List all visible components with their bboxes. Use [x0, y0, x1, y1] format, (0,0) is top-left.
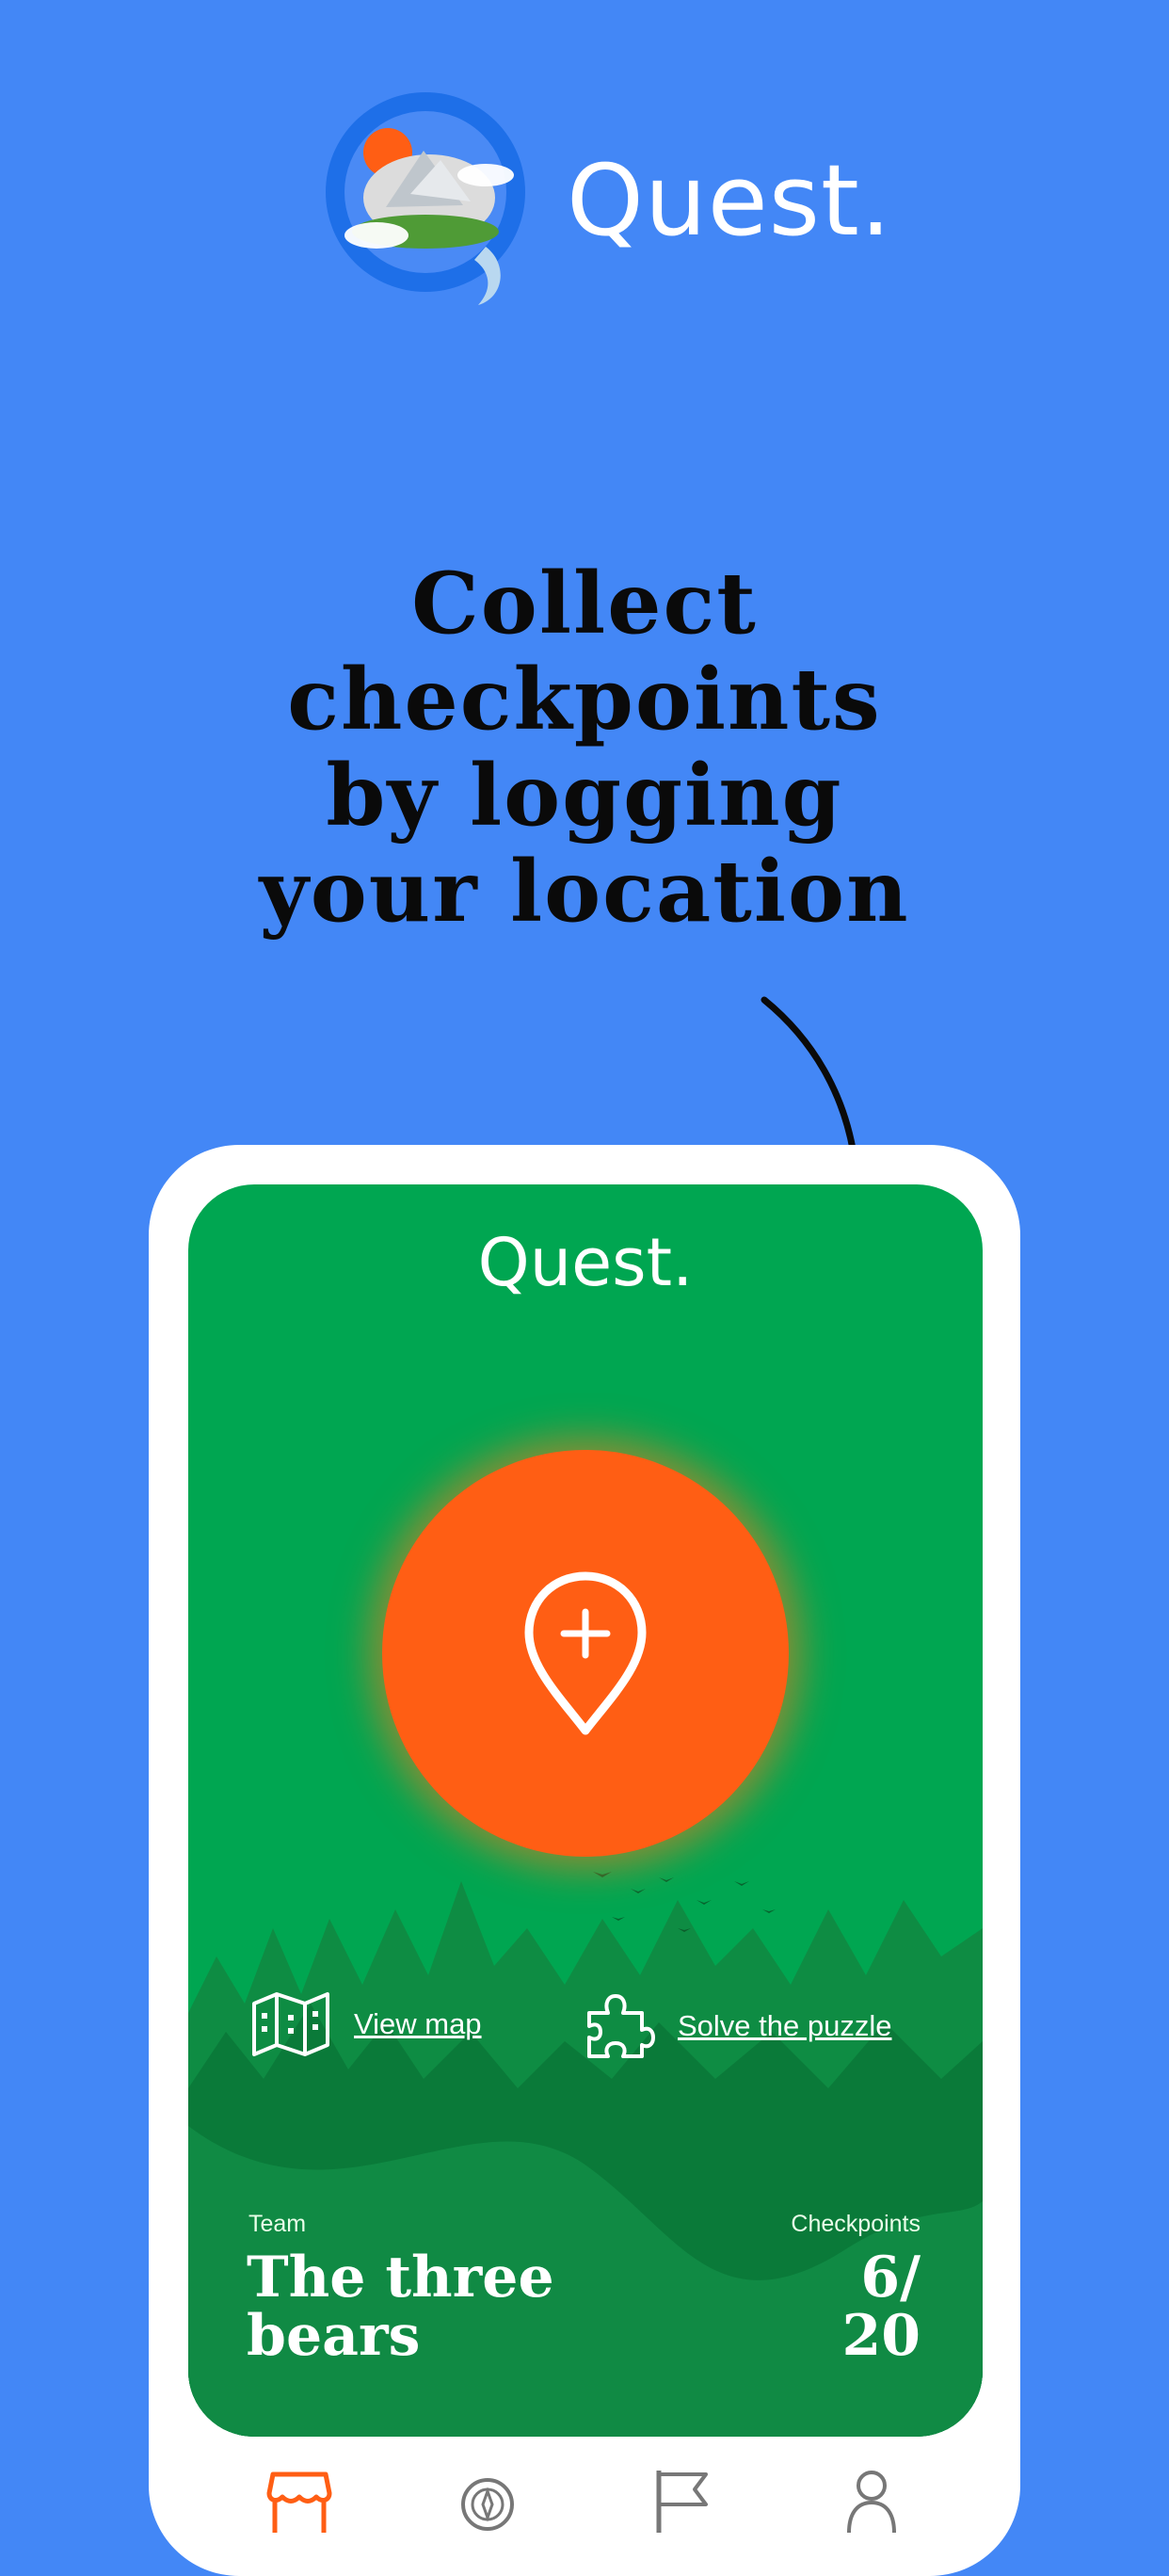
brand-header: Quest.	[320, 85, 891, 330]
headline-line: checkpoints	[287, 650, 882, 749]
checkpoints-count-line: 20	[841, 2303, 921, 2369]
log-location-button[interactable]	[382, 1450, 789, 1857]
view-map-label: View map	[354, 2007, 482, 2040]
compass-icon	[461, 2478, 514, 2531]
puzzle-icon	[587, 1994, 655, 2058]
flag-icon	[656, 2471, 708, 2533]
headline-line: Collect	[411, 554, 758, 653]
team-name-line: The three	[247, 2245, 554, 2310]
headline-line: by logging	[326, 746, 843, 845]
view-map-link[interactable]: View map	[250, 1990, 482, 2058]
team-name-line: bears	[247, 2303, 421, 2369]
nav-profile[interactable]	[838, 2465, 905, 2534]
team-label: Team	[248, 2211, 307, 2237]
checkpoints-count-line: 6/	[860, 2245, 921, 2310]
store-icon	[266, 2471, 332, 2533]
team-name: The three bears	[247, 2248, 680, 2365]
map-icon	[252, 1992, 329, 2056]
solve-puzzle-label: Solve the puzzle	[678, 2009, 892, 2042]
bottom-nav	[188, 2448, 983, 2534]
checkpoints-count: 6/ 20	[732, 2248, 921, 2365]
globe-island-logo-icon	[326, 92, 525, 305]
nav-shop[interactable]	[265, 2465, 333, 2533]
profile-icon	[847, 2471, 896, 2534]
nav-explore[interactable]	[454, 2465, 521, 2533]
nav-challenges[interactable]	[649, 2465, 717, 2533]
app-screen: Quest. View map Solve the puzzle Team Th…	[188, 1184, 983, 2437]
headline: Collect checkpoints by logging your loca…	[75, 555, 1094, 940]
brand-name: Quest.	[567, 143, 892, 258]
location-pin-plus-icon	[524, 1571, 647, 1735]
app-title: Quest.	[477, 1224, 694, 1301]
solve-puzzle-link[interactable]: Solve the puzzle	[584, 1990, 891, 2062]
checkpoints-label: Checkpoints	[791, 2211, 921, 2237]
headline-line: your location	[259, 842, 910, 942]
